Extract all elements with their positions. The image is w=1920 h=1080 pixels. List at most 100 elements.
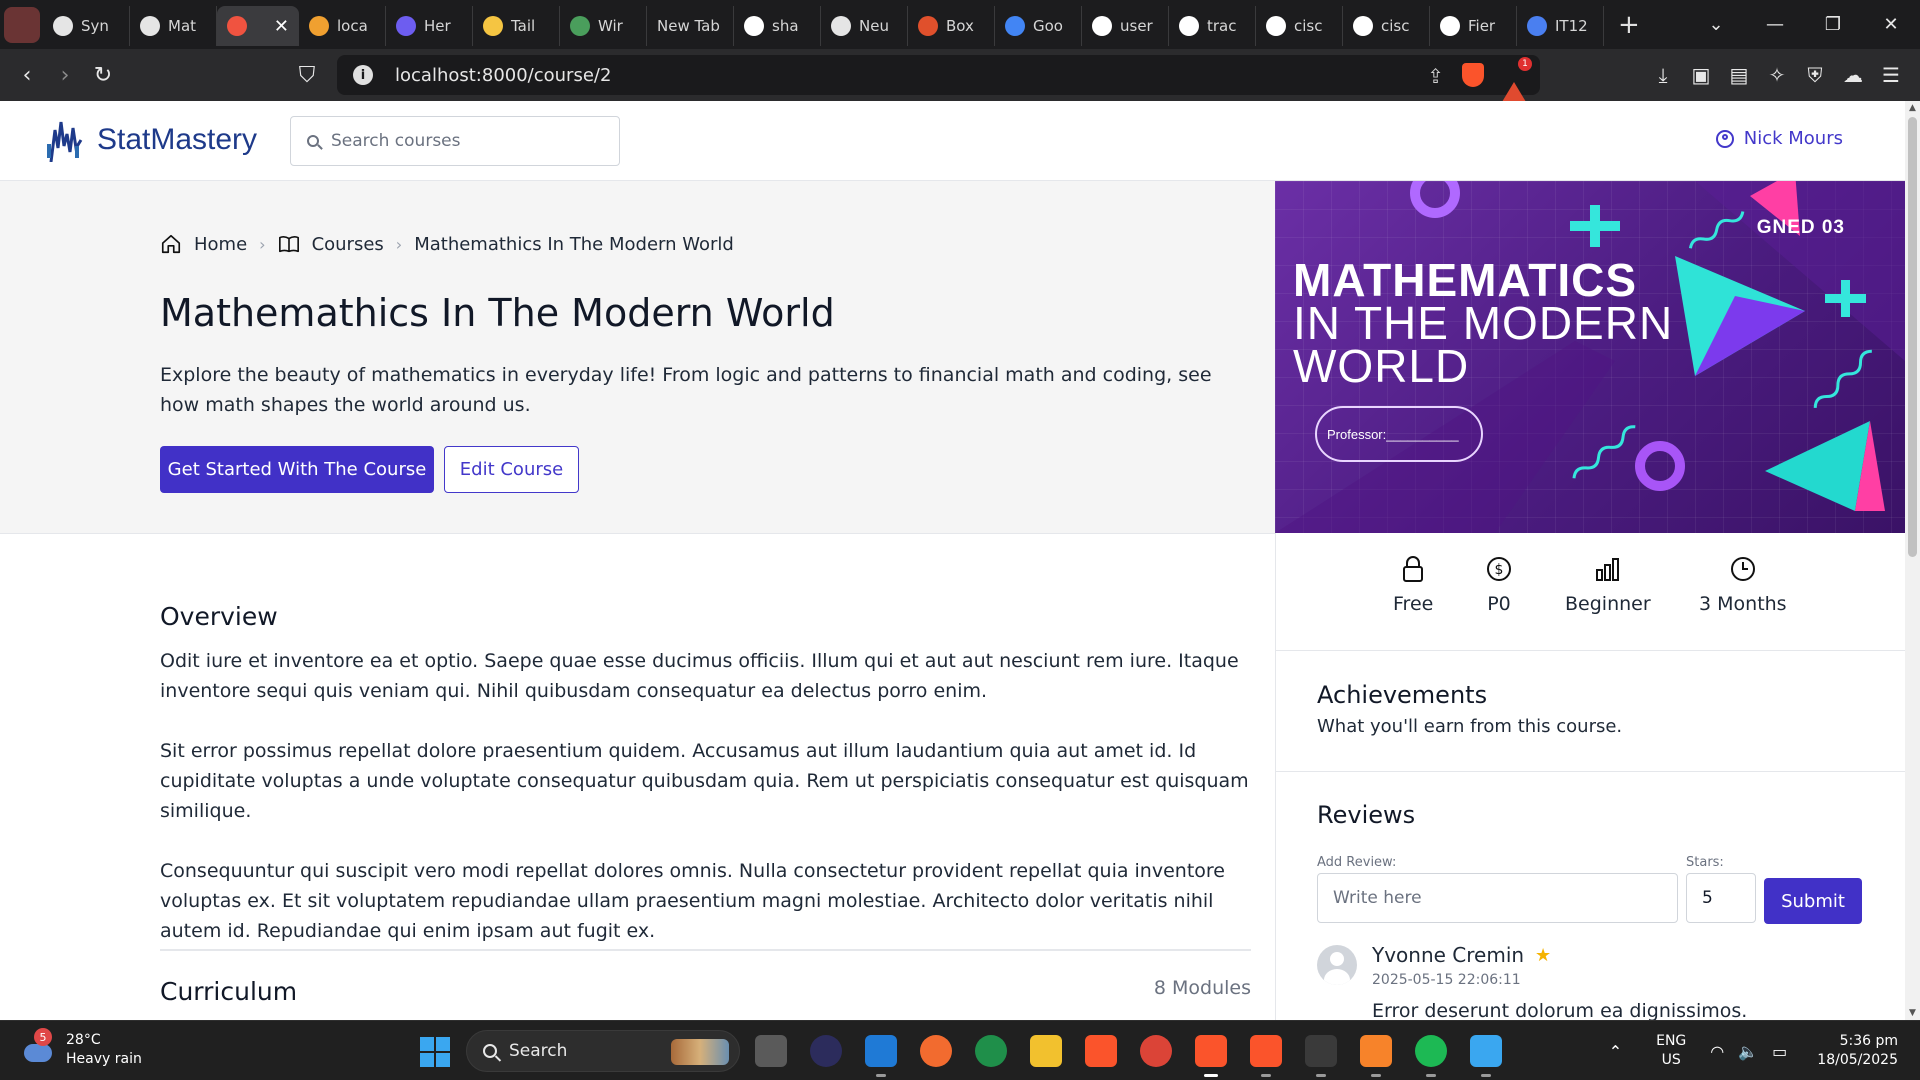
taskbar-search-label: Search: [509, 1041, 568, 1061]
search-input[interactable]: [331, 131, 591, 151]
browser-profile-tab[interactable]: [0, 5, 43, 45]
region-code: US: [1661, 1052, 1681, 1068]
browser-tab[interactable]: Neu: [821, 6, 908, 46]
brave-rewards-icon[interactable]: 1: [1502, 57, 1532, 102]
taskbar-clock[interactable]: 5:36 pm 18/05/2025: [1817, 1032, 1898, 1070]
achievements-subtitle: What you'll earn from this course.: [1317, 716, 1623, 737]
browser-tab[interactable]: Tail: [473, 6, 560, 46]
browser-tab[interactable]: user: [1082, 6, 1169, 46]
browser-tab[interactable]: Her: [386, 6, 473, 46]
edit-course-button[interactable]: Edit Course: [444, 446, 579, 493]
scrollbar-thumb[interactable]: [1908, 117, 1917, 557]
browser-tab[interactable]: cisc: [1343, 6, 1430, 46]
review-input[interactable]: [1317, 873, 1678, 923]
module-count: 8 Modules: [1153, 977, 1251, 999]
tab-search-chevron-icon[interactable]: ⌄: [1687, 0, 1745, 49]
browser-tab[interactable]: Mat: [130, 6, 217, 46]
task-view-icon[interactable]: [755, 1035, 787, 1067]
menu-icon[interactable]: ☰: [1872, 56, 1910, 94]
site-header: StatMastery Nick Mours: [0, 101, 1905, 181]
review-date: 2025-05-15 22:06:11: [1372, 972, 1521, 988]
breadcrumb-home[interactable]: Home: [194, 234, 247, 255]
browser-tab[interactable]: trac: [1169, 6, 1256, 46]
submit-review-button[interactable]: Submit: [1764, 878, 1862, 924]
wifi-icon[interactable]: ◠: [1710, 1042, 1724, 1061]
cover-title-line3: WORLD: [1293, 340, 1470, 392]
taskbar-search[interactable]: Search: [466, 1030, 740, 1072]
reload-icon[interactable]: ↻: [84, 56, 122, 94]
course-description: Explore the beauty of mathematics in eve…: [160, 364, 1212, 416]
browser-tab[interactable]: Syn: [43, 6, 130, 46]
browser-tab[interactable]: Goo: [995, 6, 1082, 46]
brave-active-icon[interactable]: [1195, 1035, 1227, 1077]
minimize-button[interactable]: —: [1746, 0, 1804, 49]
new-tab-button[interactable]: +: [1604, 10, 1654, 40]
cover-professor: Professor:__________: [1315, 406, 1483, 462]
leo-ai-icon[interactable]: ✧: [1758, 56, 1796, 94]
maximize-button[interactable]: ❐: [1804, 0, 1862, 49]
share-icon[interactable]: ⇪: [1427, 64, 1444, 88]
browser-tab[interactable]: sha: [734, 6, 821, 46]
star-icon: ★: [1535, 945, 1552, 966]
browser-tab[interactable]: New Tab: [647, 6, 734, 46]
browser-tab[interactable]: loca: [299, 6, 386, 46]
browser-tab[interactable]: Fier: [1430, 6, 1517, 46]
language-indicator[interactable]: ENG US: [1656, 1032, 1686, 1070]
browser-tab[interactable]: cisc: [1256, 6, 1343, 46]
stat-level-label: Beginner: [1565, 593, 1651, 615]
terminal-icon[interactable]: [1305, 1035, 1337, 1077]
address-bar[interactable]: i localhost:8000/course/2 ⇪ 1: [337, 55, 1540, 102]
vscode-icon[interactable]: [865, 1035, 897, 1077]
download-icon[interactable]: ⤓: [1644, 56, 1682, 94]
chevron-up-icon[interactable]: ⌃: [1609, 1042, 1622, 1061]
brave-private-icon[interactable]: [1250, 1035, 1282, 1077]
page-scrollbar[interactable]: ▲ ▼: [1905, 101, 1920, 1020]
extensions-icon[interactable]: ☁: [1834, 56, 1872, 94]
browser-toolbar: ‹ › ↻ ⛉ i localhost:8000/course/2 ⇪ 1 ⤓ …: [0, 49, 1920, 102]
tab-title: sha: [772, 17, 799, 35]
site-logo[interactable]: StatMastery: [45, 118, 257, 162]
course-search[interactable]: [290, 116, 620, 166]
brave-browser-icon[interactable]: [1085, 1035, 1117, 1067]
brave-shields-icon[interactable]: [1462, 63, 1484, 87]
battery-icon[interactable]: ▭: [1772, 1042, 1787, 1061]
notepad-icon[interactable]: [1470, 1035, 1502, 1077]
postman-icon[interactable]: [920, 1035, 952, 1067]
wallet-icon[interactable]: ▤: [1720, 56, 1758, 94]
vpn-icon[interactable]: ⛨: [1796, 56, 1834, 94]
browser-tab[interactable]: IT12: [1517, 6, 1604, 46]
weather-widget[interactable]: 5 28°C Heavy rain: [22, 1028, 142, 1069]
volume-icon[interactable]: 🔈: [1738, 1042, 1758, 1061]
browser-tab[interactable]: ✕: [217, 6, 299, 46]
course-title: Mathemathics In The Modern World: [160, 291, 835, 335]
bookmark-icon[interactable]: ⛉: [288, 56, 326, 94]
stars-input[interactable]: [1686, 873, 1756, 923]
rain-cloud-icon: 5: [22, 1028, 54, 1066]
close-tab-icon[interactable]: ✕: [274, 16, 289, 37]
windows-start-icon[interactable]: [420, 1037, 450, 1067]
tab-title: cisc: [1294, 17, 1323, 35]
sidebar-icon[interactable]: ▣: [1682, 56, 1720, 94]
chrome-icon[interactable]: [1140, 1035, 1172, 1067]
emoji-icon: [483, 16, 503, 36]
site-info-icon[interactable]: i: [353, 65, 373, 85]
browser-tab[interactable]: Box: [908, 6, 995, 46]
mongodb-compass-icon[interactable]: [975, 1035, 1007, 1067]
file-explorer-icon[interactable]: [1030, 1035, 1062, 1067]
xampp-icon[interactable]: [1360, 1035, 1392, 1077]
forward-icon[interactable]: ›: [46, 56, 84, 94]
lock-icon: [1402, 555, 1424, 583]
stat-duration-label: 3 Months: [1699, 593, 1787, 615]
user-menu[interactable]: Nick Mours: [1715, 128, 1843, 149]
spotify-icon[interactable]: [1415, 1035, 1447, 1077]
close-window-button[interactable]: ✕: [1862, 0, 1920, 49]
breadcrumb-courses[interactable]: Courses: [312, 234, 384, 255]
browser-tab[interactable]: Wir: [560, 6, 647, 46]
clock-icon: [1730, 555, 1756, 583]
eclipse-icon[interactable]: [810, 1035, 842, 1067]
overview-paragraph: Sit error possimus repellat dolore praes…: [160, 740, 1249, 822]
scroll-up-icon[interactable]: ▲: [1907, 103, 1918, 113]
back-icon[interactable]: ‹: [8, 56, 46, 94]
get-started-button[interactable]: Get Started With The Course: [160, 446, 434, 493]
scroll-down-icon[interactable]: ▼: [1907, 1008, 1918, 1018]
